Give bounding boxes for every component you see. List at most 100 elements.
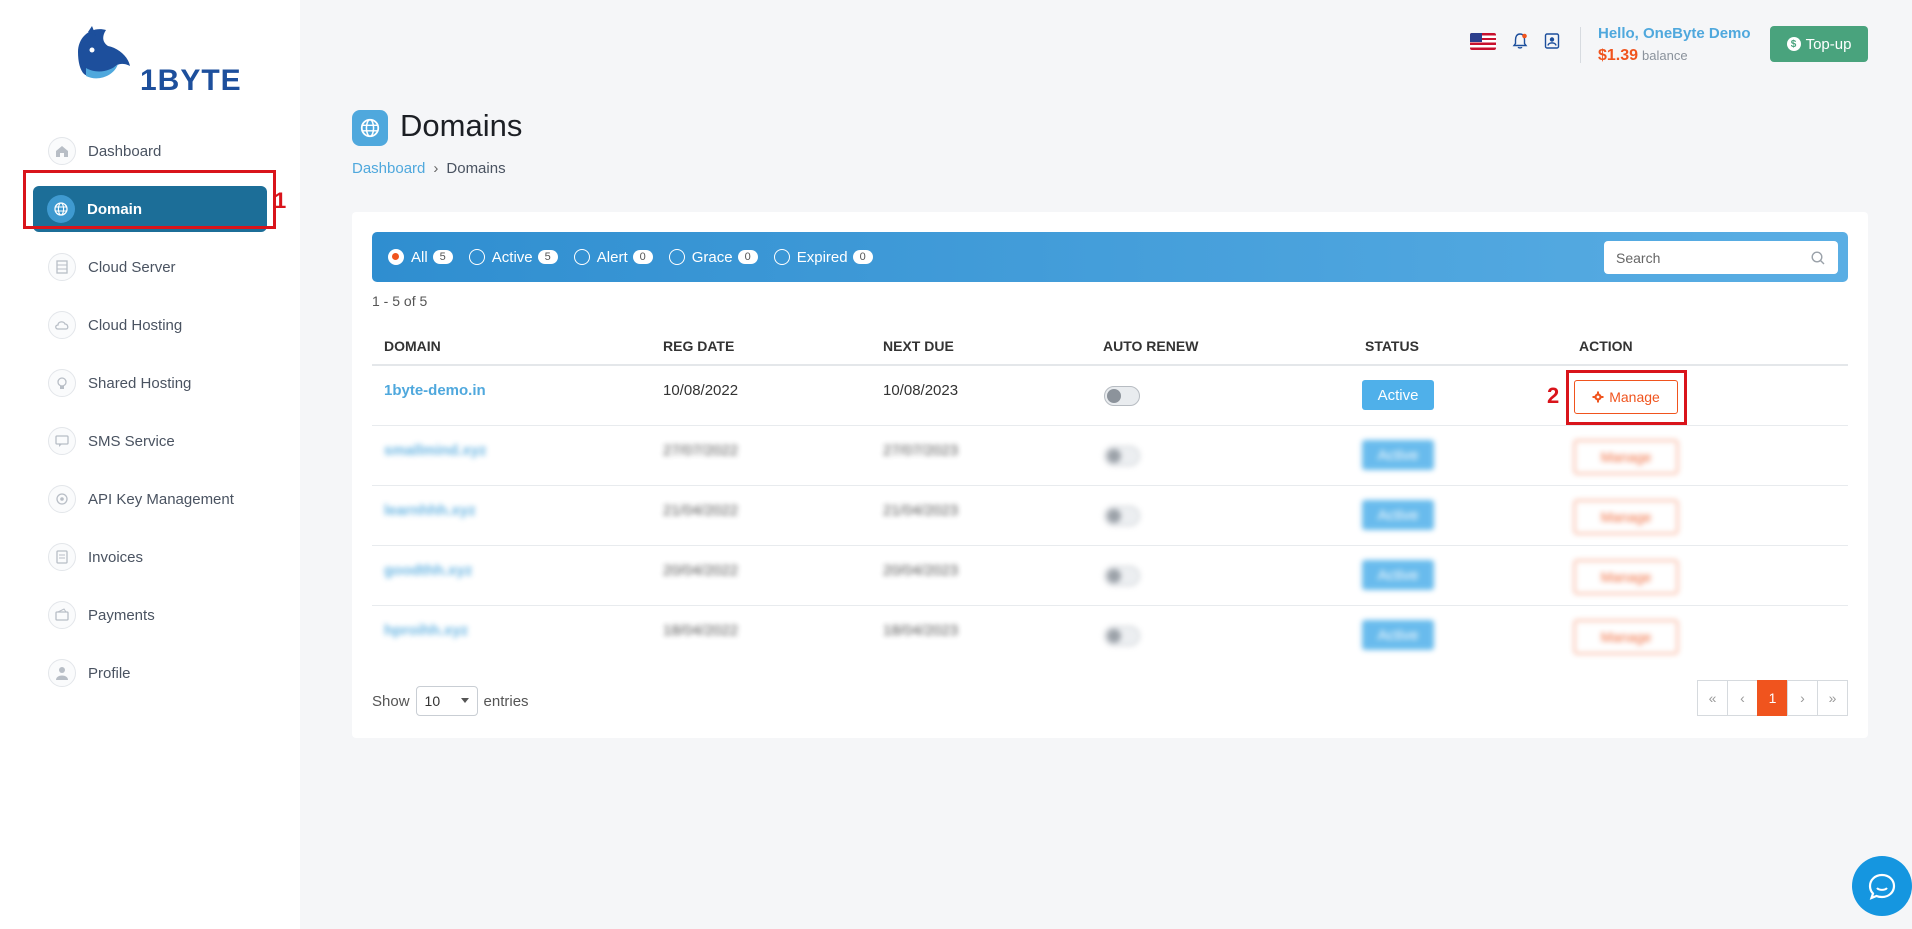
sidebar: 1BYTE Dashboard Domain Cloud Server Clou… xyxy=(0,0,300,929)
column-header-status[interactable]: STATUS xyxy=(1365,338,1419,354)
next-due-date: 21/04/2023 xyxy=(883,502,959,519)
table-row: hproihh.xyz 18/04/2022 18/04/2023 Active… xyxy=(372,606,1848,666)
sidebar-item-label: Profile xyxy=(88,664,131,682)
cloud-icon xyxy=(48,311,76,339)
status-filter-bar: All 5 Active 5 Alert 0 Grace 0 Expired 0 xyxy=(372,232,1848,282)
sidebar-item-payments[interactable]: Payments xyxy=(30,586,270,644)
sidebar-item-label: API Key Management xyxy=(88,490,234,508)
entries-select[interactable]: 10 xyxy=(415,686,478,716)
filter-count-badge: 5 xyxy=(432,250,453,264)
us-flag-icon[interactable] xyxy=(1470,33,1496,50)
annotation-number-1: 1 xyxy=(274,188,287,213)
radio-icon xyxy=(468,249,485,265)
pagination-page-1[interactable]: 1 xyxy=(1757,680,1788,716)
search-input[interactable] xyxy=(1616,249,1810,266)
radio-icon xyxy=(388,249,404,265)
table-row: learnhhh.xyz 21/04/2022 21/04/2023 Activ… xyxy=(372,486,1848,546)
breadcrumb-current: Domains xyxy=(446,160,506,177)
manage-button[interactable]: Manage xyxy=(1574,620,1678,654)
globe-icon xyxy=(352,110,388,146)
filter-grace-radio[interactable]: Grace 0 xyxy=(668,249,758,266)
reg-date: 20/04/2022 xyxy=(663,562,739,579)
table-row: smallmind.xyz 27/07/2022 27/07/2023 Acti… xyxy=(372,426,1848,486)
manage-button[interactable]: Manage xyxy=(1574,560,1678,594)
contact-card-icon[interactable] xyxy=(1543,32,1561,50)
sidebar-item-invoices[interactable]: Invoices xyxy=(30,528,270,586)
header-divider xyxy=(1580,27,1581,63)
domain-link[interactable]: learnhhh.xyz xyxy=(384,502,476,519)
user-greeting[interactable]: Hello, OneByte Demo xyxy=(1598,25,1751,42)
topup-button[interactable]: $ Top-up xyxy=(1770,26,1868,62)
auto-renew-toggle[interactable] xyxy=(1104,566,1140,586)
brand-logo[interactable]: 1BYTE xyxy=(72,22,241,97)
pagination-next[interactable]: › xyxy=(1787,680,1818,716)
manage-label: Manage xyxy=(1600,449,1652,465)
filter-count-badge: 0 xyxy=(632,250,653,264)
table-header: DOMAIN REG DATE NEXT DUE AUTO RENEW STAT… xyxy=(372,330,1848,366)
sidebar-item-label: Cloud Server xyxy=(88,258,176,276)
sidebar-item-label: Cloud Hosting xyxy=(88,316,183,334)
breadcrumb-dashboard-link[interactable]: Dashboard xyxy=(352,160,425,177)
sidebar-item-shared-hosting[interactable]: Shared Hosting xyxy=(30,354,270,412)
next-due-date: 18/04/2023 xyxy=(883,622,959,639)
sidebar-item-cloud-server[interactable]: Cloud Server xyxy=(30,238,270,296)
filter-count-badge: 5 xyxy=(537,250,558,264)
domain-link[interactable]: goodthh.xyz xyxy=(384,562,472,579)
filter-active-radio[interactable]: Active 5 xyxy=(468,249,558,266)
domain-link[interactable]: hproihh.xyz xyxy=(384,622,468,639)
status-badge: Active xyxy=(1362,440,1434,470)
reg-date: 10/08/2022 xyxy=(663,382,739,399)
sidebar-item-api-key-management[interactable]: API Key Management xyxy=(30,470,270,528)
filter-all-radio[interactable]: All 5 xyxy=(388,249,453,266)
auto-renew-toggle[interactable] xyxy=(1104,506,1140,526)
next-due-date: 10/08/2023 xyxy=(883,382,959,399)
pagination-last[interactable]: » xyxy=(1817,680,1848,716)
column-header-action: ACTION xyxy=(1579,338,1633,354)
auto-renew-toggle[interactable] xyxy=(1104,446,1140,466)
status-badge: Active xyxy=(1362,620,1434,650)
sidebar-item-cloud-hosting[interactable]: Cloud Hosting xyxy=(30,296,270,354)
domain-link[interactable]: 1byte-demo.in xyxy=(384,382,486,399)
sidebar-item-label: Invoices xyxy=(88,548,144,566)
pagination-first[interactable]: « xyxy=(1697,680,1728,716)
pagination-prev[interactable]: ‹ xyxy=(1727,680,1758,716)
show-entries: Show 10 entries xyxy=(372,686,529,716)
sms-icon xyxy=(48,427,76,455)
results-range: 1 - 5 of 5 xyxy=(372,293,428,309)
reg-date: 18/04/2022 xyxy=(663,622,739,639)
filter-alert-radio[interactable]: Alert 0 xyxy=(573,249,653,266)
sidebar-item-sms-service[interactable]: SMS Service xyxy=(30,412,270,470)
table-row: goodthh.xyz 20/04/2022 20/04/2023 Active… xyxy=(372,546,1848,606)
sidebar-item-profile[interactable]: Profile xyxy=(30,644,270,702)
status-badge: Active xyxy=(1362,500,1434,530)
filter-count-badge: 0 xyxy=(737,250,758,264)
search-icon[interactable] xyxy=(1810,250,1826,266)
show-label: Show xyxy=(372,692,410,710)
key-icon xyxy=(48,485,76,513)
filter-expired-radio[interactable]: Expired 0 xyxy=(773,249,873,266)
manage-button[interactable]: Manage xyxy=(1574,440,1678,474)
brand-name: 1BYTE xyxy=(140,64,242,97)
sidebar-item-label: Payments xyxy=(88,606,155,624)
annotation-box-manage xyxy=(1566,370,1687,425)
balance-label: balance xyxy=(1642,48,1688,63)
column-header-domain[interactable]: DOMAIN xyxy=(384,338,441,354)
page-title: Domains xyxy=(400,108,523,143)
filter-count-badge: 0 xyxy=(852,250,873,264)
auto-renew-toggle[interactable] xyxy=(1104,626,1140,646)
search-box xyxy=(1604,241,1838,274)
manage-label: Manage xyxy=(1600,629,1652,645)
column-header-auto-renew[interactable]: AUTO RENEW xyxy=(1103,338,1198,354)
auto-renew-toggle[interactable] xyxy=(1104,386,1140,406)
sidebar-item-label: SMS Service xyxy=(88,432,175,450)
live-chat-button[interactable] xyxy=(1852,856,1912,916)
manage-button[interactable]: Manage xyxy=(1574,500,1678,534)
reg-date: 21/04/2022 xyxy=(663,502,739,519)
bell-icon[interactable] xyxy=(1511,32,1529,50)
column-header-next-due[interactable]: NEXT DUE xyxy=(883,338,954,354)
manage-label: Manage xyxy=(1600,569,1652,585)
next-due-date: 27/07/2023 xyxy=(883,442,959,459)
domain-link[interactable]: smallmind.xyz xyxy=(384,442,487,459)
column-header-reg-date[interactable]: REG DATE xyxy=(663,338,734,354)
caret-down-icon xyxy=(460,698,469,703)
